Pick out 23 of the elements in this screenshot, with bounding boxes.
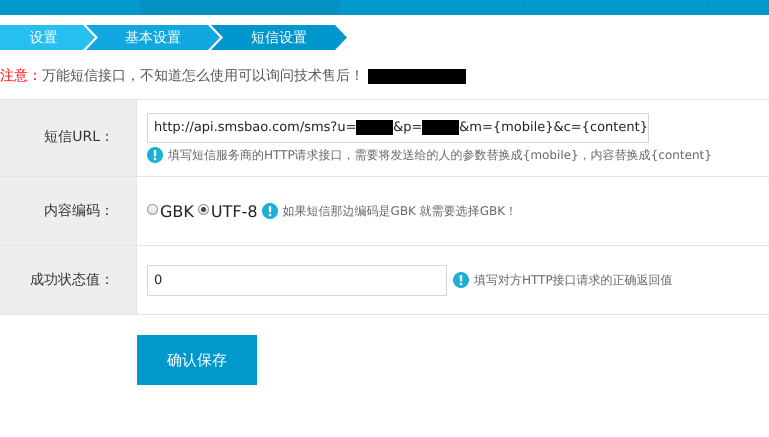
breadcrumb-item[interactable]: 设置 bbox=[0, 25, 95, 50]
field-label: 内容编码： bbox=[0, 177, 137, 245]
radio-label: GBK bbox=[160, 202, 194, 220]
input-field[interactable]: 0 bbox=[147, 264, 447, 296]
notice-label: 注意： bbox=[0, 67, 42, 85]
info-icon bbox=[262, 203, 278, 219]
hint-text: 填写对方HTTP接口请求的正确返回值 bbox=[474, 272, 673, 288]
field-label: 成功状态值： bbox=[0, 246, 137, 314]
hint-text: 填写短信服务商的HTTP请求接口，需要将发送给的人的参数替换成{mobile}，内容替换成{content} bbox=[168, 146, 712, 164]
info-icon bbox=[147, 147, 163, 163]
notice-text: 万能短信接口，不知道怎么使用可以询问技术售后！ bbox=[42, 67, 364, 85]
redaction-bar bbox=[356, 120, 394, 135]
breadcrumb-item[interactable]: 基本设置 bbox=[86, 25, 220, 50]
save-button[interactable]: 确认保存 bbox=[137, 335, 257, 385]
radio-button[interactable] bbox=[198, 204, 209, 214]
hint-text: 如果短信那边编码是GBK 就需要选择GBK！ bbox=[282, 202, 518, 220]
info-icon bbox=[453, 272, 469, 288]
breadcrumb-item[interactable]: 短信设置 bbox=[211, 25, 347, 50]
url-field[interactable]: http://api.smsbao.com/sms?u= &p= &m={mobile}&c={content} bbox=[147, 112, 649, 142]
radio-label: UTF-8 bbox=[210, 202, 258, 220]
redaction-bar bbox=[422, 120, 460, 135]
field-label: 短信URL： bbox=[0, 100, 137, 176]
radio-button[interactable] bbox=[147, 204, 158, 214]
